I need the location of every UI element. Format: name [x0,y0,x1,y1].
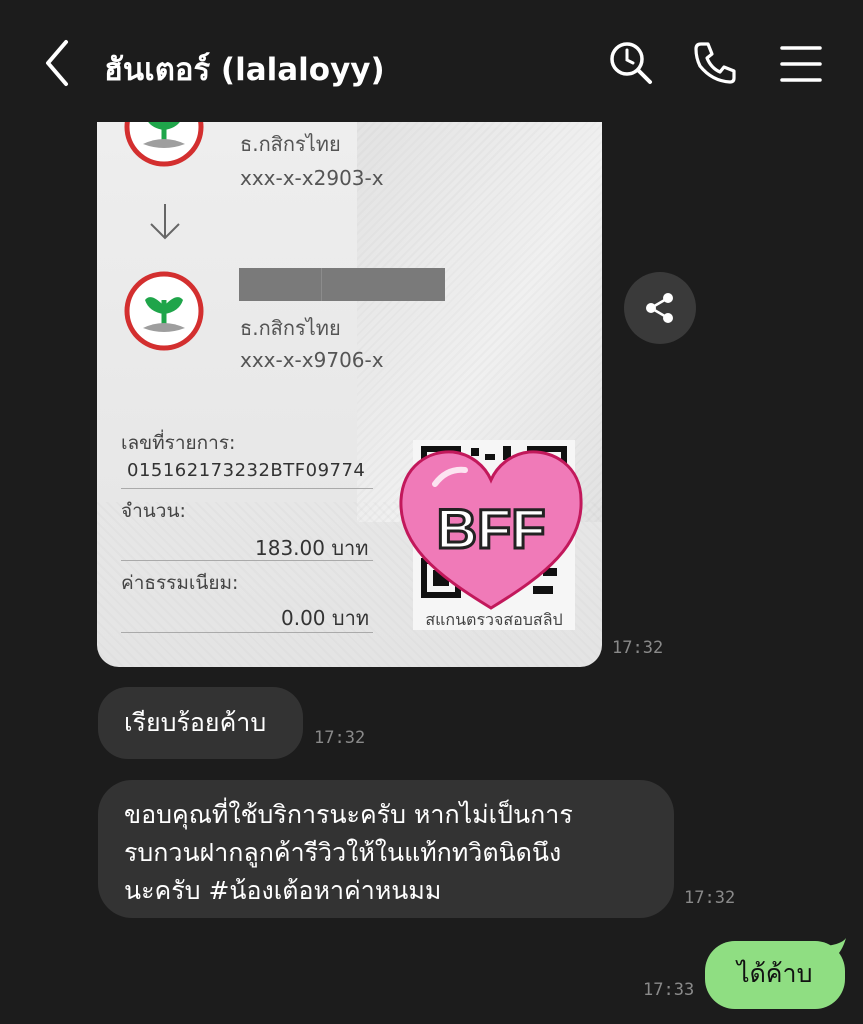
menu-button[interactable] [776,38,826,88]
sender-account: xxx-x-x2903-x [240,166,384,190]
search-icon [610,42,652,84]
ref-label: เลขที่รายการ: [121,432,236,454]
message-text: ได้ค้าบ [737,959,813,988]
receiver-bank: ธ.กสิกรไทย [240,316,341,340]
divider [121,632,373,633]
message-text-line: ขอบคุณที่ใช้บริการนะครับ หากไม่เป็นการ [124,800,573,829]
ref-value: 015162173232BTF09774 [127,460,366,481]
message-text-line: นะครับ #น้องเต้อหาค่าหนมม [124,876,442,905]
message-time: 17:32 [684,888,736,908]
message-time: 17:32 [314,728,366,748]
arrow-down-icon [150,204,180,240]
receiver-account: xxx-x-x9706-x [240,348,384,372]
share-button[interactable] [624,272,696,344]
chat-title: ฮันเตอร์ (lalaloyy) [104,52,385,88]
call-button[interactable] [690,38,740,88]
message-time: 17:32 [612,638,664,658]
bff-heart-sticker: BFF [395,444,587,614]
divider [121,560,373,561]
sender-bank: ธ.กสิกรไทย [240,132,341,156]
message-text: เรียบร้อยค้าบ [124,708,267,737]
incoming-message-bubble[interactable]: เรียบร้อยค้าบ [98,687,303,759]
kbank-logo-icon [123,122,205,168]
search-button[interactable] [606,38,656,88]
outgoing-message-bubble[interactable]: ได้ค้าบ [705,941,845,1009]
divider [121,488,373,489]
incoming-message-bubble[interactable]: ขอบคุณที่ใช้บริการนะครับ หากไม่เป็นการ ร… [98,780,674,918]
phone-icon [694,42,736,84]
message-time: 17:33 [643,980,695,1000]
fee-value: 0.00 บาท [281,606,369,630]
share-icon [646,293,673,323]
chat-header: ฮันเตอร์ (lalaloyy) [0,0,863,122]
message-text-line: รบกวนฝากลูกค้ารีวิวให้ในแท้กทวิตนิดนึง [124,838,562,867]
chat-screen: ฮันเตอร์ (lalaloyy) ธ.กสิกรไทย xxx-x-x29… [0,0,863,1024]
amount-label: จำนวน: [121,500,186,522]
transfer-slip-image[interactable]: ธ.กสิกรไทย xxx-x-x2903-x ธ.กสิกรไทย xxx-… [97,122,602,667]
menu-icon [780,46,822,82]
kbank-logo-icon [123,270,205,352]
back-chevron-icon [46,40,68,86]
back-button[interactable] [36,38,80,88]
redacted-receiver-name [239,268,445,301]
sticker-text: BFF [437,497,546,560]
fee-label: ค่าธรรมเนียม: [121,572,239,594]
bubble-tail-icon [826,938,846,958]
